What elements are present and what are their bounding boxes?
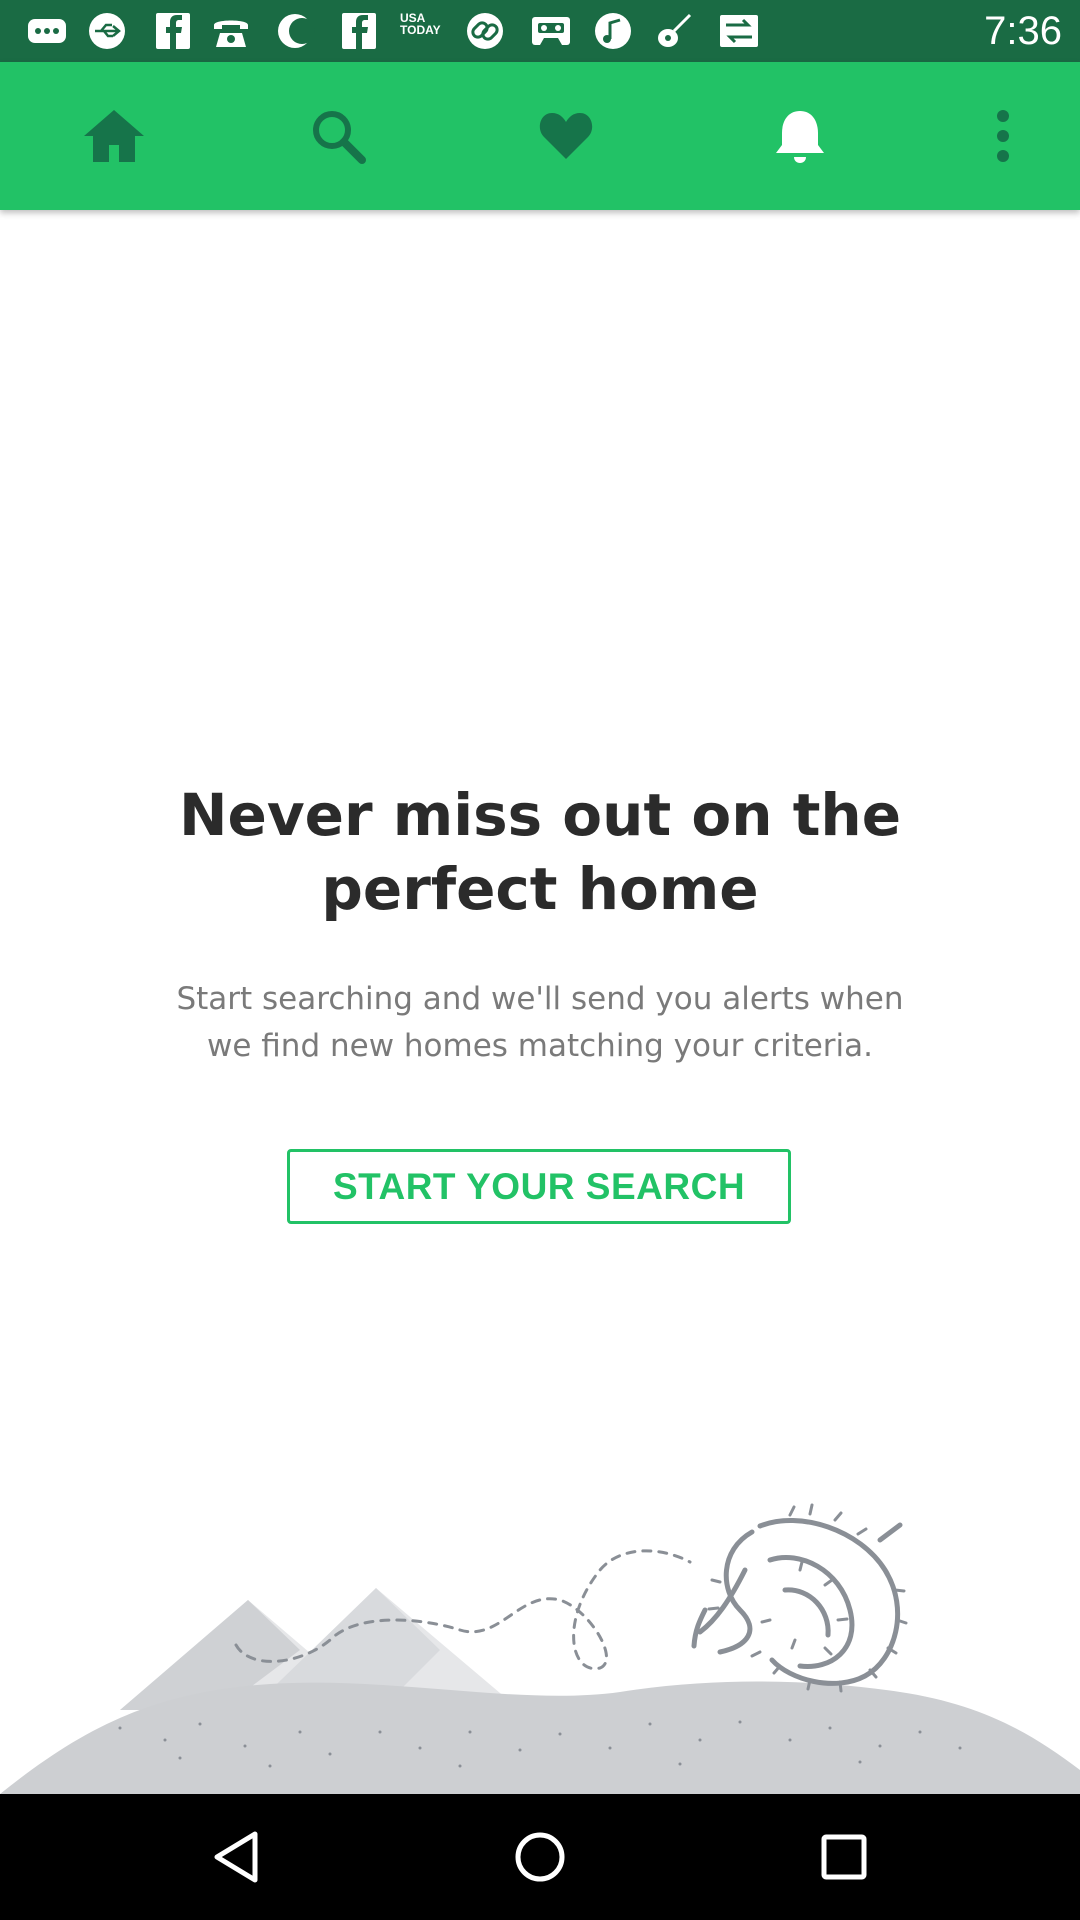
bell-icon [776,111,824,163]
tab-search[interactable] [248,62,428,210]
more-dots-icon [26,11,68,51]
recents-icon [821,1834,867,1880]
facebook-icon [152,11,194,51]
app-bar [0,62,1080,210]
system-nav-bar [0,1794,1080,1920]
tab-home[interactable] [24,62,204,210]
heart-icon [539,113,593,159]
back-icon [214,1831,258,1883]
facebook-icon [338,11,380,51]
tab-more[interactable] [938,62,1068,210]
status-bar: USA TODAY 7:36 [0,0,1080,62]
back-button[interactable] [186,1812,286,1902]
tab-alerts[interactable] [710,62,890,210]
tab-favorites[interactable] [476,62,656,210]
empty-state-headline: Never miss out on the perfect home [140,778,940,926]
home-nav-button[interactable] [490,1812,590,1902]
empty-state-description: Start searching and we'll send you alert… [150,976,930,1070]
status-time: 7:36 [984,9,1062,53]
home-circle-icon [515,1832,565,1882]
telephone-icon [210,11,252,51]
sync-icon [718,11,760,51]
home-icon [84,110,144,162]
usa-today-icon: USA TODAY [400,11,441,37]
headline-line-1: Never miss out on the [178,781,902,849]
link-icon [464,11,506,51]
description-line-2: we find new homes matching your criteria… [206,1028,874,1064]
moon-icon [274,11,316,51]
description-line-1: Start searching and we'll send you alert… [176,981,904,1017]
guitar-icon [654,11,696,51]
more-vertical-icon [997,110,1009,162]
recents-button[interactable] [794,1812,894,1902]
usb-icon [86,11,128,51]
search-icon [313,111,366,164]
headline-line-2: perfect home [321,855,759,923]
start-search-button[interactable]: START YOUR SEARCH [287,1149,791,1224]
mountains-tumbleweed-illustration [0,1503,1080,1794]
cassette-icon [530,11,572,51]
music-note-icon [592,11,634,51]
